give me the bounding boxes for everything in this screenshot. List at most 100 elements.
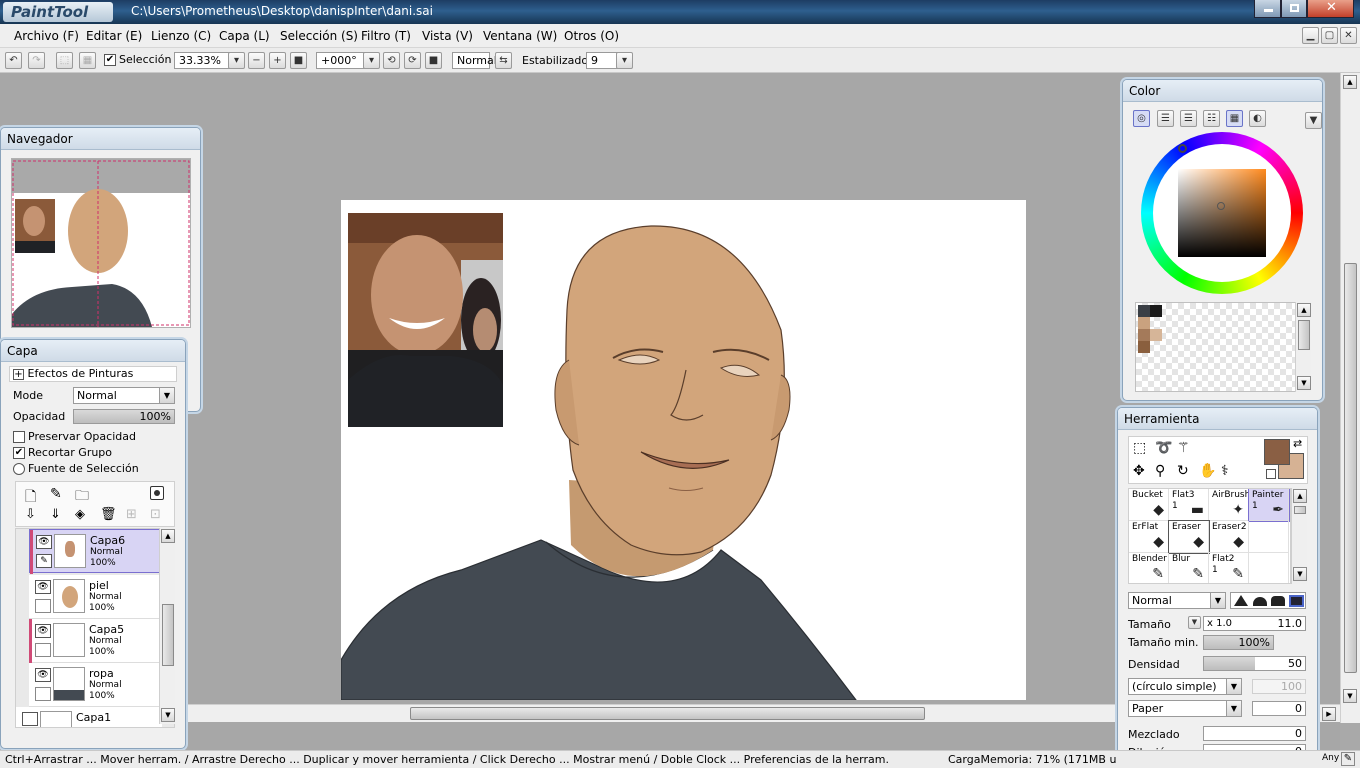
visibility-eye-icon[interactable]: 👁 — [35, 668, 51, 682]
rotate-reset-button[interactable]: ■ — [425, 52, 442, 69]
tool-grid-scrollbar[interactable]: ▲ ▼ — [1291, 488, 1307, 584]
menu-editar[interactable]: Editar (E) — [86, 29, 142, 43]
zoom-field[interactable]: 33.33% — [174, 52, 230, 69]
visibility-eye-icon[interactable]: 👁 — [35, 580, 51, 594]
brush-shape-slider[interactable]: 100 — [1252, 679, 1306, 694]
layer-scroll-down[interactable]: ▼ — [161, 708, 175, 722]
delete-layer-button[interactable]: 🗑 — [100, 507, 117, 522]
redo-button[interactable]: ↷ — [28, 52, 45, 69]
deselect-button[interactable]: ⬚ — [56, 52, 73, 69]
tool-slot[interactable] — [1249, 521, 1289, 553]
blend-slider[interactable]: 0 — [1203, 726, 1306, 741]
mask-button[interactable] — [150, 486, 164, 500]
rotation-dropdown[interactable]: ▾ — [363, 52, 380, 69]
color-wheel-tab[interactable]: ◎ — [1133, 110, 1150, 127]
layer-scroll-thumb[interactable] — [162, 604, 174, 666]
invert-selection-button[interactable]: ▦ — [79, 52, 96, 69]
menu-archivo[interactable]: Archivo (F) — [14, 29, 79, 43]
edge-round-icon[interactable] — [1253, 597, 1267, 606]
texture-slider[interactable]: 0 — [1252, 701, 1306, 716]
scroll-down-button[interactable]: ▼ — [1343, 689, 1357, 703]
undo-button[interactable]: ↶ — [5, 52, 22, 69]
scratchpad-tab[interactable]: ◐ — [1249, 110, 1266, 127]
zoom-dropdown[interactable]: ▾ — [228, 52, 245, 69]
stabilizer-field[interactable]: 9 — [586, 52, 620, 69]
lock-box[interactable] — [35, 687, 51, 701]
selection-toggle[interactable]: ✔ Selección — [104, 53, 171, 66]
lasso-tool[interactable]: ➰ — [1155, 440, 1172, 456]
visibility-eye-icon[interactable]: 👁 — [35, 624, 51, 638]
menu-lienzo[interactable]: Lienzo (C) — [151, 29, 211, 43]
menu-capa[interactable]: Capa (L) — [219, 29, 270, 43]
edge-sharp-icon[interactable] — [1234, 595, 1248, 606]
tool-slot[interactable]: Blender ✎ — [1129, 553, 1169, 583]
size-slider[interactable]: x 1.0 11.0 — [1203, 616, 1306, 631]
layer-row-piel[interactable]: 👁 piel Normal 100% — [29, 575, 173, 619]
lock-box[interactable] — [35, 599, 51, 613]
swatch[interactable] — [1150, 329, 1162, 341]
layer-mode-dropdown[interactable]: Normal ▼ — [73, 387, 175, 404]
swatch[interactable] — [1138, 305, 1150, 317]
color-panel-menu[interactable]: ▼ — [1305, 112, 1322, 129]
visibility-eye-icon[interactable]: 👁 — [36, 535, 52, 549]
swatch-scroll-down[interactable]: ▼ — [1297, 376, 1311, 390]
selection-checkbox[interactable]: ✔ — [104, 54, 116, 66]
layer-row-ropa[interactable]: 👁 ropa Normal 100% — [29, 663, 173, 707]
menu-otros[interactable]: Otros (O) — [564, 29, 619, 43]
pen-pressure-icon[interactable]: ✎ — [1341, 752, 1355, 766]
color-marker[interactable] — [1217, 202, 1225, 210]
edge-soft-icon[interactable] — [1271, 596, 1285, 606]
tool-blend-mode-dropdown[interactable]: Normal ▼ — [1128, 592, 1226, 609]
tool-scroll-up[interactable]: ▲ — [1293, 489, 1307, 503]
swatch-scroll-up[interactable]: ▲ — [1297, 303, 1311, 317]
clear-layer-button[interactable]: ◈ — [75, 507, 85, 522]
edge-square-icon[interactable] — [1289, 595, 1304, 607]
lock-box[interactable] — [35, 643, 51, 657]
visibility-box[interactable] — [22, 712, 38, 726]
menu-ventana[interactable]: Ventana (W) — [483, 29, 557, 43]
primary-color-swatch[interactable] — [1264, 439, 1290, 465]
tool-slot[interactable]: Flat2 1 ✎ — [1209, 553, 1249, 583]
vertical-scroll-thumb[interactable] — [1344, 263, 1357, 673]
rotate-right-button[interactable]: ⟳ — [404, 52, 421, 69]
zoom-tool[interactable]: ⚲ — [1155, 463, 1165, 479]
scroll-right-button[interactable]: ▶ — [1322, 707, 1336, 721]
new-folder-button[interactable]: 🗀 — [75, 485, 89, 509]
texture-dropdown[interactable]: Paper ▼ — [1128, 700, 1242, 717]
hue-marker[interactable] — [1178, 144, 1187, 153]
eyedropper-tool[interactable]: ⚕ — [1221, 463, 1229, 479]
tool-slot[interactable]: Flat3 1 ▬ — [1169, 489, 1209, 521]
swatch-scroll-thumb[interactable] — [1298, 320, 1310, 350]
clip-group-checkbox[interactable]: ✔ — [13, 447, 25, 459]
menu-filtro[interactable]: Filtro (T) — [361, 29, 411, 43]
tool-scroll-down[interactable]: ▼ — [1293, 567, 1307, 581]
clip-group-option[interactable]: ✔ Recortar Grupo — [13, 446, 112, 459]
apply-mask-button[interactable]: ⊞ — [126, 507, 137, 522]
vertical-scrollbar[interactable]: ▲ ▼ — [1340, 73, 1360, 723]
menu-seleccion[interactable]: Selección (S) — [280, 29, 358, 43]
swatches-tab[interactable]: ▦ — [1226, 110, 1243, 127]
horizontal-scroll-thumb[interactable] — [410, 707, 925, 720]
layer-scroll-up[interactable]: ▲ — [161, 529, 175, 543]
rgb-slider-tab[interactable]: ☰ — [1157, 110, 1174, 127]
drawing-canvas[interactable] — [341, 200, 1026, 700]
swatch[interactable] — [1138, 317, 1150, 329]
rotate-left-button[interactable]: ⟲ — [383, 52, 400, 69]
layer-row-capa1[interactable]: Capa1 — [16, 707, 162, 727]
navigator-preview[interactable] — [11, 158, 191, 328]
close-button[interactable]: ✕ — [1307, 0, 1354, 18]
tool-scroll-thumb[interactable] — [1294, 506, 1306, 514]
brush-edge-selector[interactable] — [1230, 592, 1306, 609]
tool-slot[interactable]: Eraser2 ◆ — [1209, 521, 1249, 553]
size-multiplier-dropdown[interactable]: ▼ — [1188, 616, 1201, 629]
view-mode-field[interactable]: Normal — [452, 52, 497, 69]
transfer-down-button[interactable]: ⇩ — [25, 507, 36, 522]
tool-slot[interactable]: Painter 1 ✒ — [1248, 489, 1290, 522]
swatch[interactable] — [1150, 305, 1162, 317]
stabilizer-dropdown[interactable]: ▾ — [616, 52, 633, 69]
hsv-slider-tab[interactable]: ☰ — [1180, 110, 1197, 127]
new-linework-layer-button[interactable]: ✎ — [50, 486, 62, 502]
zoom-in-button[interactable]: + — [269, 52, 286, 69]
saturation-value-square[interactable] — [1178, 169, 1266, 257]
hand-tool[interactable]: ✋ — [1199, 463, 1216, 479]
